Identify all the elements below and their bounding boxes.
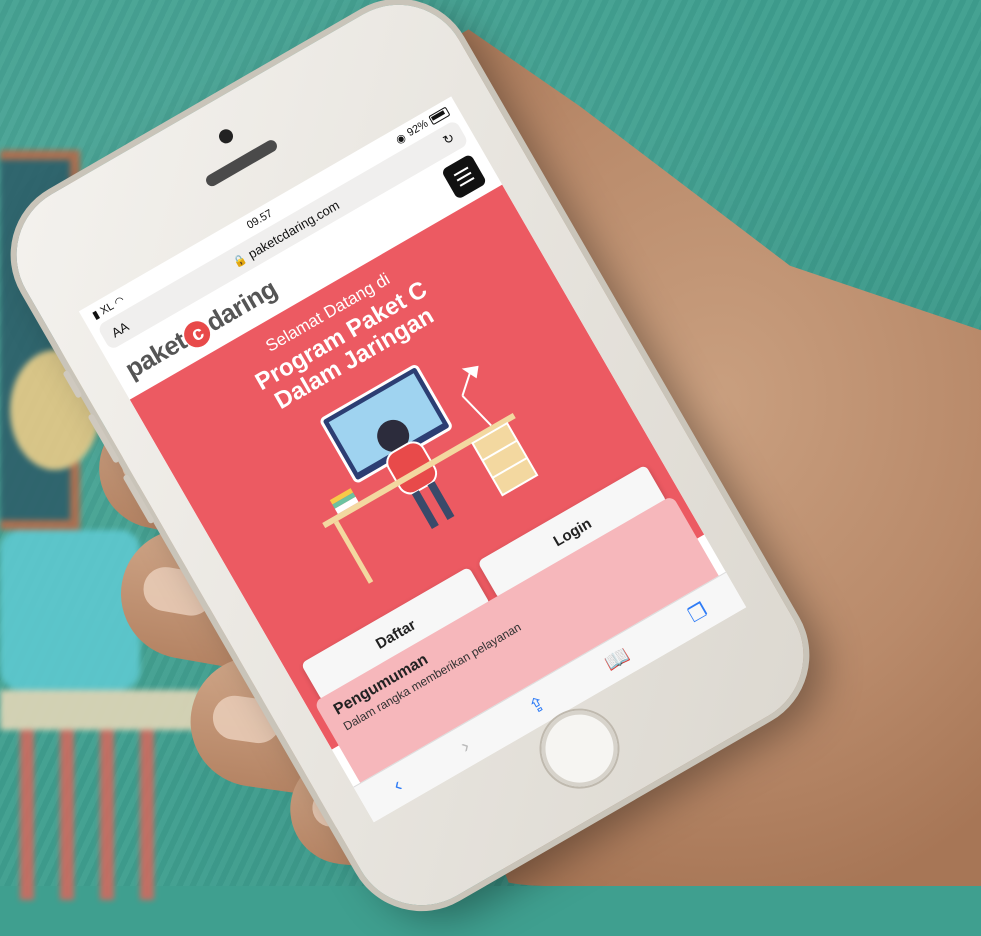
forward-icon[interactable]: › xyxy=(457,735,474,758)
wifi-icon: ◠ xyxy=(112,293,127,309)
bg-desk xyxy=(0,690,200,730)
lock-rotation-icon: ◉ xyxy=(393,131,408,147)
tabs-icon[interactable]: ❐ xyxy=(683,597,711,628)
bookmarks-icon[interactable]: 📖 xyxy=(600,642,634,676)
bg-person-body xyxy=(0,530,140,690)
carrier-label: XL xyxy=(98,300,116,317)
hamburger-icon[interactable] xyxy=(440,153,488,200)
share-icon[interactable]: ⇪ xyxy=(524,690,551,720)
reload-icon[interactable]: ↻ xyxy=(440,130,457,149)
reader-aa-button[interactable]: AA xyxy=(109,318,132,340)
bg-desk-legs xyxy=(20,730,180,900)
front-camera xyxy=(216,126,236,146)
lock-icon: 🔒 xyxy=(230,251,249,270)
lamp-icon xyxy=(461,365,492,426)
battery-icon xyxy=(428,106,451,126)
earpiece-speaker xyxy=(203,137,280,189)
back-icon[interactable]: ‹ xyxy=(389,774,406,797)
